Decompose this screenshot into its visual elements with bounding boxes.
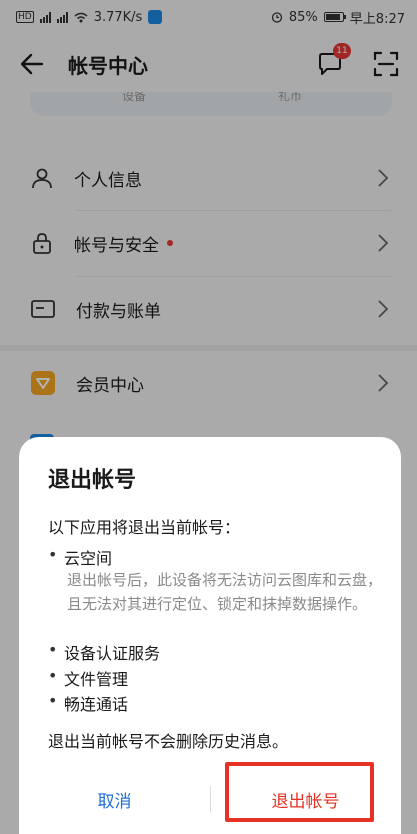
bullet-dot: • (48, 666, 58, 685)
service-name: 文件管理 (64, 670, 129, 689)
service-name: 设备认证服务 (64, 644, 161, 663)
service-item-cloud: • 云空间 (48, 545, 112, 569)
cancel-button-label: 取消 (97, 791, 132, 812)
bullet-dot: • (48, 640, 58, 659)
service-name: 畅连通话 (64, 695, 129, 714)
service-item-meetime: • 畅连通话 (48, 691, 128, 715)
service-item-device-auth: • 设备认证服务 (48, 640, 160, 664)
bullet-dot: • (48, 545, 58, 564)
dialog-title: 退出帐号 (48, 468, 137, 493)
dialog-intro: 以下应用将退出当前帐号： (48, 518, 241, 537)
service-name: 云空间 (64, 549, 113, 568)
highlight-annotation-box (225, 762, 374, 822)
service-description: 退出帐号后，此设备将无法访问云图库和云盘，且无法对其进行定位、锁定和抹掉数据操作… (67, 571, 383, 613)
dialog-footer-note: 退出当前帐号不会删除历史消息。 (48, 732, 289, 751)
cancel-button[interactable]: 取消 (19, 764, 210, 834)
bullet-dot: • (48, 691, 58, 710)
service-item-file-manager: • 文件管理 (48, 666, 128, 690)
